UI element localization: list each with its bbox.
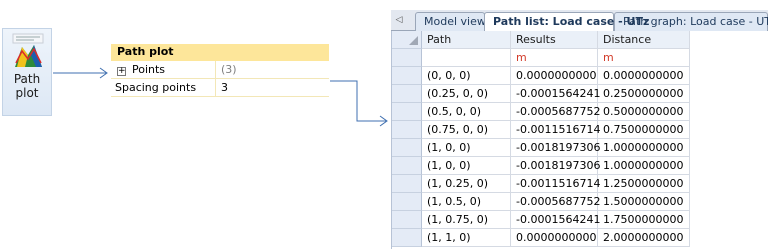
row-header[interactable] bbox=[392, 49, 422, 67]
cell-distance[interactable]: 1.0000000000 bbox=[598, 157, 690, 175]
unit-path bbox=[422, 49, 511, 67]
row-header[interactable] bbox=[392, 193, 422, 211]
cell-distance[interactable]: 1.5000000000 bbox=[598, 193, 690, 211]
cell-path[interactable]: (1, 0.25, 0) bbox=[422, 175, 511, 193]
column-header-results[interactable]: Results bbox=[511, 31, 598, 49]
cell-results[interactable]: -0.0011516714 bbox=[511, 121, 600, 139]
cell-results[interactable]: -0.0001564241 bbox=[511, 85, 600, 103]
cell-path[interactable]: (0.75, 0, 0) bbox=[422, 121, 511, 139]
row-header[interactable] bbox=[392, 121, 422, 139]
table-row[interactable]: (1, 0, 0) -0.0018197306 1.0000000000 bbox=[392, 139, 692, 157]
arrow-panel-to-grid bbox=[330, 80, 388, 127]
row-header[interactable] bbox=[392, 175, 422, 193]
table-row[interactable]: (1, 0.25, 0) -0.0011516714 1.2500000000 bbox=[392, 175, 692, 193]
cell-path[interactable]: (0.25, 0, 0) bbox=[422, 85, 511, 103]
cell-distance[interactable]: 1.0000000000 bbox=[598, 139, 690, 157]
cell-distance[interactable]: 1.2500000000 bbox=[598, 175, 690, 193]
table-row[interactable]: (0.5, 0, 0) -0.0005687752 0.5000000000 bbox=[392, 103, 692, 121]
cell-path[interactable]: (0.5, 0, 0) bbox=[422, 103, 511, 121]
cell-results[interactable]: -0.0001564241 bbox=[511, 211, 600, 229]
path-list-grid: Path Results Distance m m (0, 0, 0) 0.000… bbox=[391, 31, 768, 249]
cell-distance[interactable]: 0.5000000000 bbox=[598, 103, 690, 121]
row-header[interactable] bbox=[392, 229, 422, 247]
corner-triangle-icon bbox=[409, 36, 418, 45]
tab-scroll-left-icon[interactable]: ◁ bbox=[393, 13, 405, 28]
cell-path[interactable]: (1, 0.75, 0) bbox=[422, 211, 511, 229]
cell-distance[interactable]: 0.2500000000 bbox=[598, 85, 690, 103]
grid-header-row: Path Results Distance bbox=[392, 31, 692, 49]
tab-model-view[interactable]: Model view bbox=[415, 12, 486, 31]
cell-path[interactable]: (0, 0, 0) bbox=[422, 67, 511, 85]
cell-results[interactable]: 0.0000000000 bbox=[511, 229, 598, 247]
unit-results: m bbox=[511, 49, 598, 67]
table-row[interactable]: (0.25, 0, 0) -0.0001564241 0.2500000000 bbox=[392, 85, 692, 103]
units-row: m m bbox=[392, 49, 692, 67]
table-row[interactable]: (1, 1, 0) 0.0000000000 2.0000000000 bbox=[392, 229, 692, 247]
select-all-corner[interactable] bbox=[392, 31, 422, 49]
table-row[interactable]: (1, 0.75, 0) -0.0001564241 1.7500000000 bbox=[392, 211, 692, 229]
unit-distance: m bbox=[598, 49, 690, 67]
column-header-path[interactable]: Path bbox=[422, 31, 511, 49]
row-header[interactable] bbox=[392, 67, 422, 85]
tab-path-list[interactable]: Path list: Load case - UTz bbox=[484, 12, 649, 32]
arrow-button-to-panel bbox=[53, 67, 108, 79]
table-row[interactable]: (1, 0, 0) -0.0018197306 1.0000000000 bbox=[392, 157, 692, 175]
cell-results[interactable]: -0.0005687752 bbox=[511, 193, 600, 211]
document-tab-bar: ◁ Model view Path graph: Load case - UTz… bbox=[391, 10, 768, 32]
cell-results[interactable]: -0.0018197306 bbox=[511, 157, 600, 175]
cell-results[interactable]: -0.0005687752 bbox=[511, 103, 600, 121]
cell-distance[interactable]: 1.7500000000 bbox=[598, 211, 690, 229]
cell-results[interactable]: -0.0018197306 bbox=[511, 139, 600, 157]
row-header[interactable] bbox=[392, 85, 422, 103]
cell-results[interactable]: -0.0011516714 bbox=[511, 175, 600, 193]
table-row[interactable]: (1, 0.5, 0) -0.0005687752 1.5000000000 bbox=[392, 193, 692, 211]
row-header[interactable] bbox=[392, 157, 422, 175]
column-header-distance[interactable]: Distance bbox=[598, 31, 690, 49]
row-header[interactable] bbox=[392, 139, 422, 157]
cell-distance[interactable]: 0.0000000000 bbox=[598, 67, 690, 85]
cell-distance[interactable]: 2.0000000000 bbox=[598, 229, 690, 247]
cell-path[interactable]: (1, 1, 0) bbox=[422, 229, 511, 247]
cell-results[interactable]: 0.0000000000 bbox=[511, 67, 598, 85]
cell-distance[interactable]: 0.7500000000 bbox=[598, 121, 690, 139]
row-header[interactable] bbox=[392, 211, 422, 229]
table-row[interactable]: (0.75, 0, 0) -0.0011516714 0.7500000000 bbox=[392, 121, 692, 139]
table-row[interactable]: (0, 0, 0) 0.0000000000 0.0000000000 bbox=[392, 67, 692, 85]
cell-path[interactable]: (1, 0, 0) bbox=[422, 157, 511, 175]
row-header[interactable] bbox=[392, 103, 422, 121]
cell-path[interactable]: (1, 0, 0) bbox=[422, 139, 511, 157]
cell-path[interactable]: (1, 0.5, 0) bbox=[422, 193, 511, 211]
